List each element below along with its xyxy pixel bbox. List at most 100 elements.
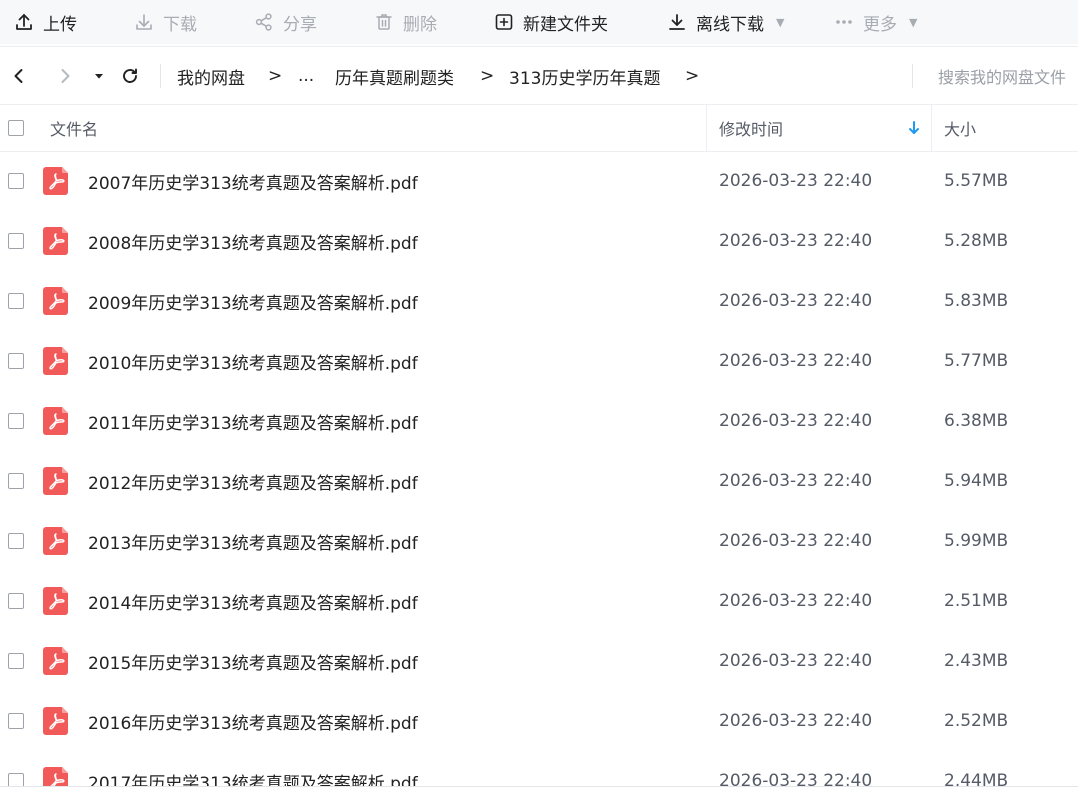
file-row[interactable]: 2008年历史学313统考真题及答案解析.pdf 2026-03-23 22:4…	[0, 211, 1078, 271]
back-button[interactable]	[8, 47, 30, 105]
offline-download-caret-icon[interactable]: ▼	[776, 16, 784, 29]
file-size: 5.83MB	[944, 291, 1009, 311]
breadcrumb-separator: >	[268, 66, 283, 86]
breadcrumb-folder[interactable]: 历年真题刷题类	[335, 47, 454, 105]
row-checkbox[interactable]	[8, 533, 24, 549]
file-row[interactable]: 2014年历史学313统考真题及答案解析.pdf 2026-03-23 22:4…	[0, 571, 1078, 631]
more-button[interactable]: 更多 ▼	[834, 0, 917, 44]
upload-icon	[16, 14, 32, 30]
offline-download-button[interactable]: 离线下载 ▼	[667, 0, 784, 44]
column-divider[interactable]	[931, 105, 932, 151]
row-checkbox[interactable]	[8, 653, 24, 669]
pdf-file-icon	[43, 707, 68, 735]
file-size: 5.99MB	[944, 531, 1009, 551]
pdf-file-icon	[43, 467, 68, 495]
row-checkbox[interactable]	[8, 413, 24, 429]
share-label: 分享	[283, 14, 317, 35]
row-checkbox[interactable]	[8, 233, 24, 249]
file-modified: 2026-03-23 22:40	[719, 591, 873, 611]
file-modified: 2026-03-23 22:40	[719, 171, 873, 191]
pdf-file-icon	[43, 407, 68, 435]
chevron-left-icon	[14, 69, 23, 83]
pdf-file-icon	[43, 527, 68, 555]
file-row[interactable]: 2016年历史学313统考真题及答案解析.pdf 2026-03-23 22:4…	[0, 691, 1078, 751]
pdf-file-icon	[43, 647, 68, 675]
row-checkbox[interactable]	[8, 293, 24, 309]
download-icon	[136, 14, 152, 30]
select-all-checkbox[interactable]	[8, 120, 24, 136]
file-list: 2007年历史学313统考真题及答案解析.pdf 2026-03-23 22:4…	[0, 151, 1078, 798]
row-checkbox[interactable]	[8, 473, 24, 489]
file-row[interactable]: 2012年历史学313统考真题及答案解析.pdf 2026-03-23 22:4…	[0, 451, 1078, 511]
pdf-file-icon	[43, 587, 68, 615]
file-row[interactable]: 2013年历史学313统考真题及答案解析.pdf 2026-03-23 22:4…	[0, 511, 1078, 571]
file-row[interactable]: 2010年历史学313统考真题及答案解析.pdf 2026-03-23 22:4…	[0, 331, 1078, 391]
breadcrumb-ellipsis[interactable]: ...	[298, 47, 314, 105]
new-folder-button[interactable]: 新建文件夹	[494, 0, 608, 44]
file-row[interactable]: 2015年历史学313统考真题及答案解析.pdf 2026-03-23 22:4…	[0, 631, 1078, 691]
file-name[interactable]: 2016年历史学313统考真题及答案解析.pdf	[88, 691, 418, 751]
file-name[interactable]: 2007年历史学313统考真题及答案解析.pdf	[88, 151, 418, 211]
table-header: 文件名 修改时间 大小	[0, 104, 1078, 152]
column-header-modified[interactable]: 修改时间	[719, 105, 783, 151]
row-checkbox[interactable]	[8, 713, 24, 729]
file-name[interactable]: 2015年历史学313统考真题及答案解析.pdf	[88, 631, 418, 691]
file-name[interactable]: 2009年历史学313统考真题及答案解析.pdf	[88, 271, 418, 331]
arrow-down-icon[interactable]	[907, 119, 921, 137]
pdf-file-icon	[43, 287, 68, 315]
file-modified: 2026-03-23 22:40	[719, 531, 873, 551]
row-checkbox[interactable]	[8, 353, 24, 369]
file-modified: 2026-03-23 22:40	[719, 711, 873, 731]
more-dots-icon	[836, 20, 852, 24]
column-header-size[interactable]: 大小	[944, 105, 976, 151]
share-button[interactable]: 分享	[254, 0, 317, 44]
pdf-file-icon	[43, 227, 68, 255]
file-name[interactable]: 2013年历史学313统考真题及答案解析.pdf	[88, 511, 418, 571]
column-header-name[interactable]: 文件名	[50, 105, 98, 151]
file-name[interactable]: 2010年历史学313统考真题及答案解析.pdf	[88, 331, 418, 391]
navigation-bar: 我的网盘 > ... 历年真题刷题类 > 313历史学历年真题 > 搜索我的网盘…	[0, 46, 1078, 105]
file-name[interactable]: 2012年历史学313统考真题及答案解析.pdf	[88, 451, 418, 511]
search-input[interactable]: 搜索我的网盘文件	[938, 47, 1066, 105]
file-modified: 2026-03-23 22:40	[719, 291, 873, 311]
file-size: 5.94MB	[944, 471, 1009, 491]
file-modified: 2026-03-23 22:40	[719, 651, 873, 671]
toolbar: 上传 下载 分享 删除 新建文件夹 离线下载 ▼ 更多 ▼	[0, 0, 1078, 44]
forward-button[interactable]	[54, 47, 76, 105]
file-size: 5.28MB	[944, 231, 1009, 251]
delete-button[interactable]: 删除	[374, 0, 437, 44]
chevron-right-icon	[61, 69, 70, 83]
file-row[interactable]: 2009年历史学313统考真题及答案解析.pdf 2026-03-23 22:4…	[0, 271, 1078, 331]
upload-label: 上传	[43, 14, 77, 35]
download-button[interactable]: 下载	[134, 0, 197, 44]
caret-down-icon	[95, 74, 103, 79]
file-name[interactable]: 2008年历史学313统考真题及答案解析.pdf	[88, 211, 418, 271]
offline-download-icon	[669, 14, 685, 30]
row-checkbox[interactable]	[8, 593, 24, 609]
window-bottom-edge	[0, 786, 1078, 798]
file-size: 6.38MB	[944, 411, 1009, 431]
share-icon	[255, 13, 272, 31]
row-checkbox[interactable]	[8, 173, 24, 189]
file-name[interactable]: 2011年历史学313统考真题及答案解析.pdf	[88, 391, 418, 451]
upload-button[interactable]: 上传	[14, 0, 77, 44]
trash-icon	[376, 14, 392, 30]
folder-plus-icon	[495, 14, 513, 30]
file-size: 2.51MB	[944, 591, 1009, 611]
refresh-button[interactable]	[118, 47, 142, 105]
breadcrumb-root[interactable]: 我的网盘	[177, 47, 245, 105]
history-dropdown[interactable]	[92, 47, 106, 105]
more-caret-icon: ▼	[909, 15, 918, 29]
breadcrumb-separator: >	[685, 66, 700, 86]
pdf-file-icon	[43, 167, 68, 195]
file-row[interactable]: 2007年历史学313统考真题及答案解析.pdf 2026-03-23 22:4…	[0, 151, 1078, 211]
file-name[interactable]: 2014年历史学313统考真题及答案解析.pdf	[88, 571, 418, 631]
offline-download-label: 离线下载	[696, 14, 764, 35]
nav-separator	[160, 64, 161, 88]
file-modified: 2026-03-23 22:40	[719, 471, 873, 491]
column-divider[interactable]	[706, 105, 707, 151]
file-size: 5.57MB	[944, 171, 1009, 191]
download-label: 下载	[163, 14, 197, 35]
file-row[interactable]: 2011年历史学313统考真题及答案解析.pdf 2026-03-23 22:4…	[0, 391, 1078, 451]
breadcrumb-current[interactable]: 313历史学历年真题	[509, 47, 660, 105]
